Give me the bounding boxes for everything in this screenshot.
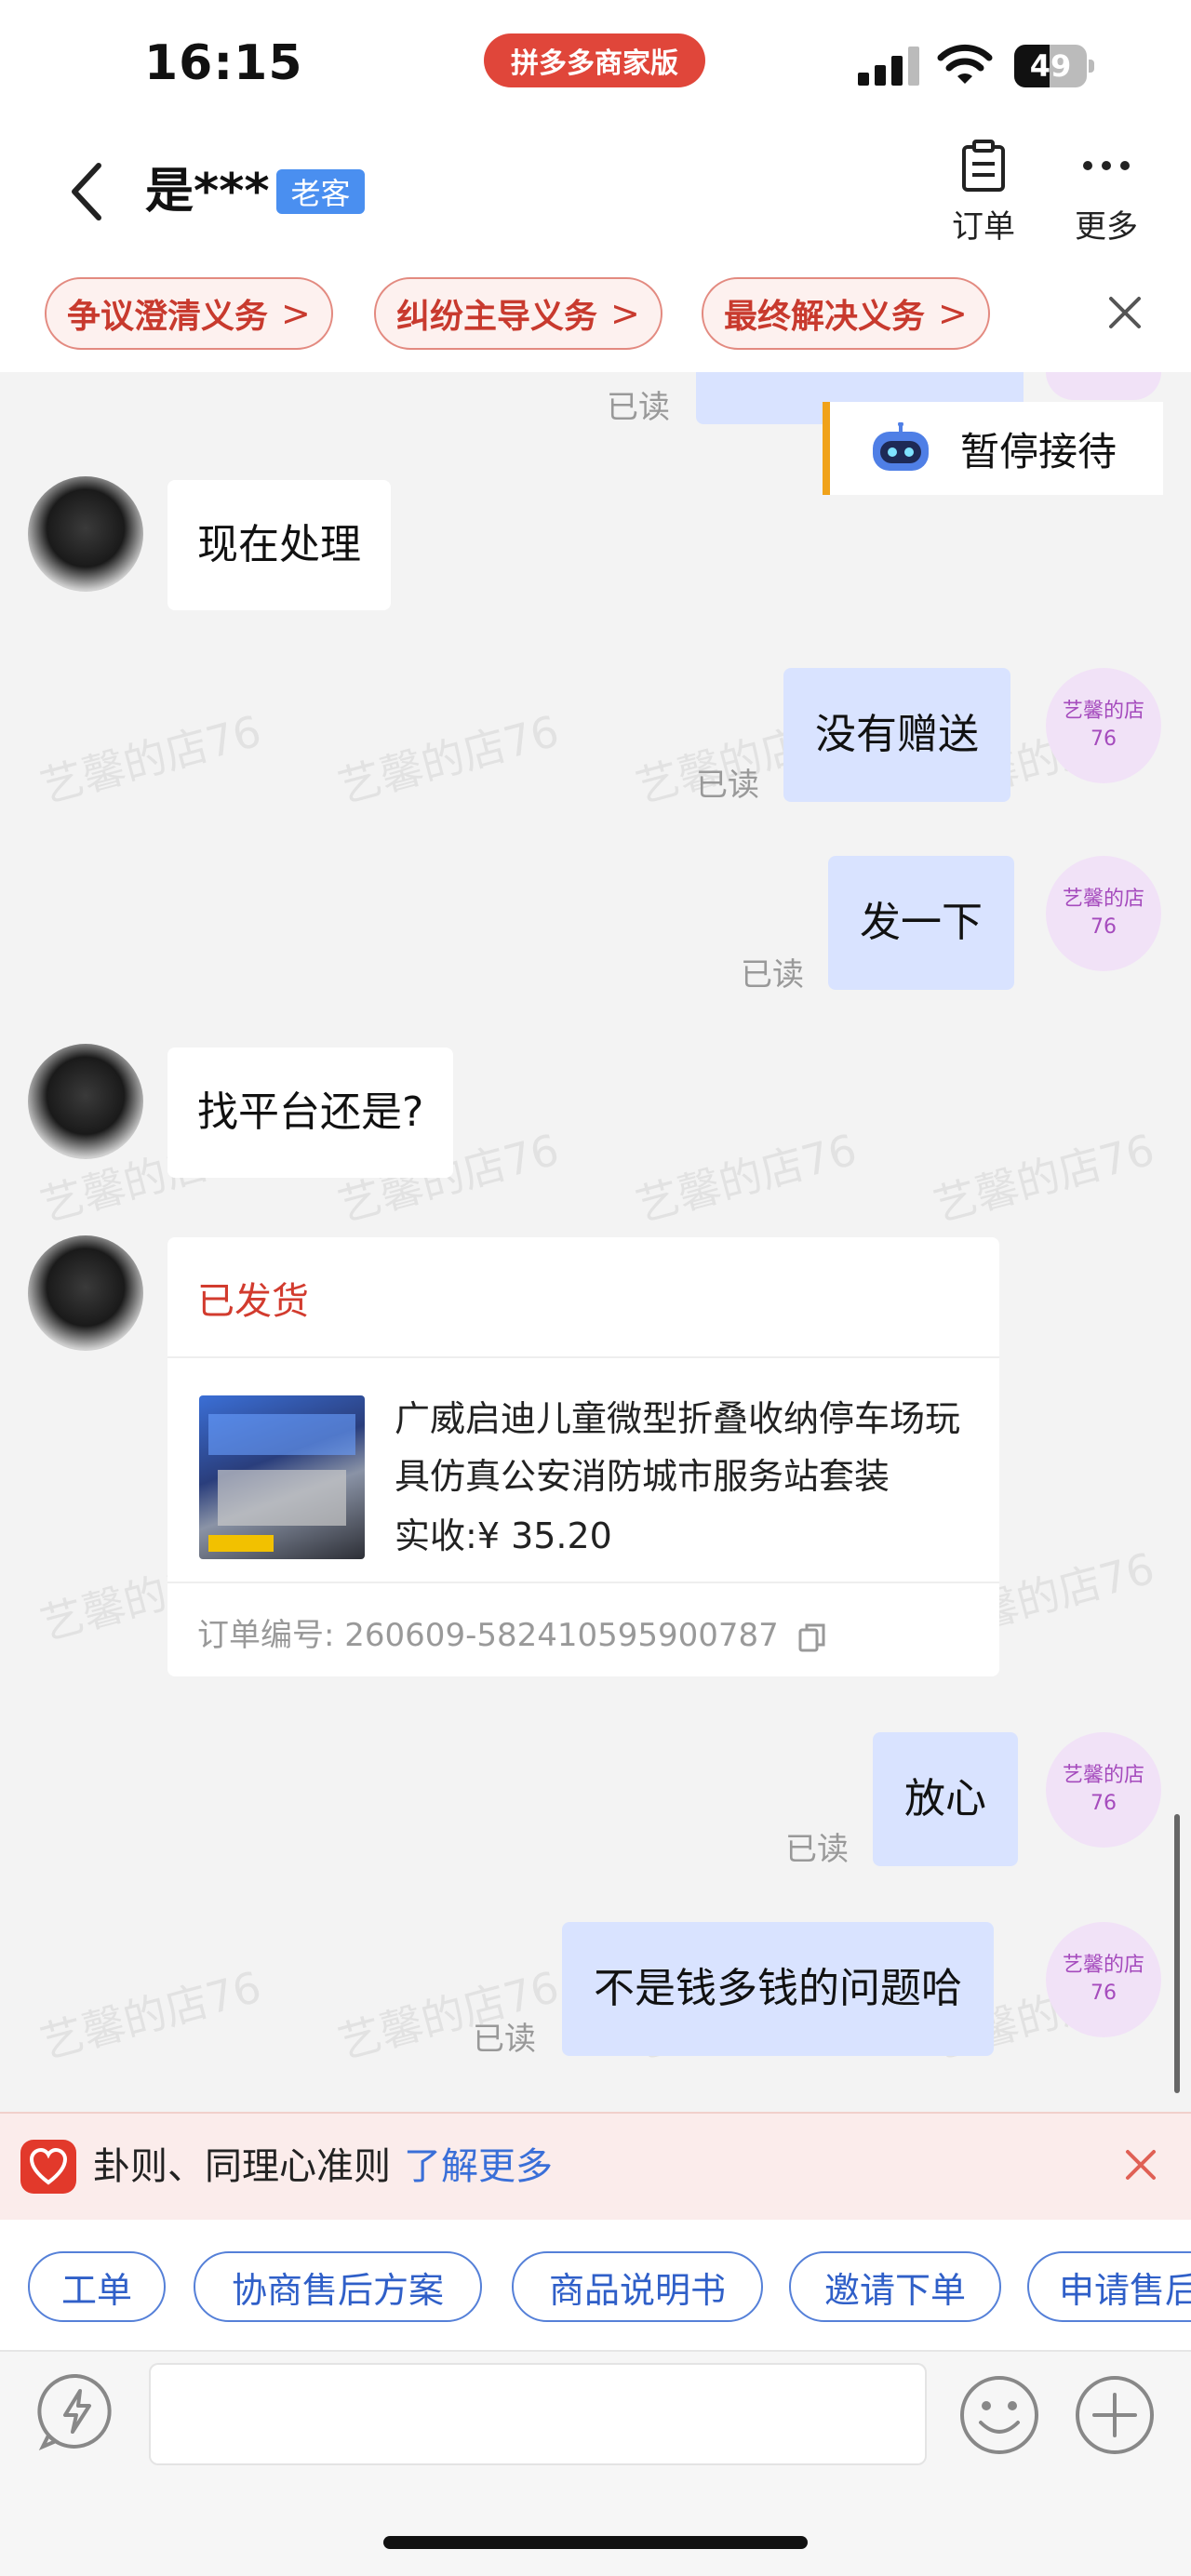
shop-avatar — [1046, 372, 1161, 400]
paid-amount-value: ¥ 35.20 — [476, 1515, 612, 1556]
shop-avatar-number: 76 — [1091, 1792, 1117, 1815]
quick-action-invite-order[interactable]: 邀请下单 — [789, 2251, 1001, 2322]
customer-avatar[interactable] — [28, 1235, 143, 1351]
shop-avatar-number: 76 — [1091, 915, 1117, 939]
quick-reply-icon[interactable] — [35, 2370, 117, 2452]
watermark: 艺馨的店76 — [928, 1124, 1160, 1232]
order-label: 订单 — [952, 208, 1015, 246]
shop-avatar-number: 76 — [1091, 727, 1117, 751]
quick-action-ticket[interactable]: 工单 — [28, 2251, 166, 2322]
shop-avatar-name: 艺馨的店 — [1062, 1764, 1144, 1787]
product-thumbnail[interactable] — [199, 1395, 365, 1559]
shop-avatar-number: 76 — [1091, 1982, 1117, 2005]
learn-more-link[interactable]: 了解更多 — [404, 2145, 553, 2188]
returning-customer-badge: 老客 — [276, 169, 365, 214]
battery-level: 49 — [1029, 48, 1072, 84]
emoji-icon[interactable] — [957, 2372, 1042, 2458]
message-input[interactable] — [149, 2363, 927, 2465]
order-number-value: 260609-582410595900787 — [344, 1617, 779, 1654]
chat-scrollbar[interactable] — [1174, 1814, 1180, 2093]
customer-avatar[interactable] — [28, 1044, 143, 1159]
notice-text: 卦则、同理心准则 了解更多 — [93, 2140, 553, 2194]
obligation-chip-label: 最终解决义务 — [724, 298, 926, 336]
wifi-icon — [937, 44, 993, 84]
more-label: 更多 — [1075, 208, 1138, 246]
order-card[interactable]: 已发货 广威启迪儿童微型折叠收纳停车场玩具仿真公安消防城市服务站套装 实收:¥ … — [167, 1237, 999, 1676]
paid-amount: 实收:¥ 35.20 — [395, 1507, 612, 1558]
obligation-chip-clarify[interactable]: 争议澄清义务 > — [45, 277, 333, 350]
robot-icon — [873, 422, 929, 471]
chevron-right-icon: > — [938, 293, 968, 334]
obligation-chip-label: 争议澄清义务 — [67, 298, 269, 336]
watermark: 艺馨的店76 — [34, 705, 267, 813]
notice-message: 卦则、同理心准则 — [93, 2145, 391, 2188]
quick-action-manual[interactable]: 商品说明书 — [512, 2251, 763, 2322]
read-receipt: 已读 — [785, 1831, 849, 1868]
read-receipt: 已读 — [741, 956, 804, 994]
more-dots-icon — [1083, 161, 1130, 170]
back-arrow-icon[interactable] — [65, 158, 112, 225]
clipboard-icon — [962, 140, 1005, 192]
watermark: 艺馨的店76 — [630, 1124, 863, 1232]
shop-avatar: 艺馨的店 76 — [1046, 856, 1161, 971]
home-indicator[interactable] — [383, 2536, 808, 2549]
order-number-label: 订单编号: — [197, 1617, 335, 1654]
divider — [167, 1582, 999, 1583]
obligation-chip-lead[interactable]: 纠纷主导义务 > — [374, 277, 662, 350]
order-number: 订单编号: 260609-582410595900787 — [197, 1609, 826, 1655]
quick-action-aftersale-plan[interactable]: 协商售后方案 — [194, 2251, 482, 2322]
divider — [167, 1356, 999, 1358]
order-button[interactable]: 订单 — [932, 140, 1035, 251]
message-bubble-shop: 放心 — [873, 1732, 1018, 1866]
paid-amount-label: 实收: — [395, 1515, 477, 1556]
pause-reception-button[interactable]: 暂停接待 — [823, 402, 1163, 495]
read-receipt: 已读 — [696, 767, 759, 804]
obligation-chip-label: 纠纷主导义务 — [396, 298, 598, 336]
status-time: 16:15 — [144, 35, 303, 91]
message-bubble-shop: 不是钱多钱的问题哈 — [562, 1922, 994, 2056]
message-bubble-customer: 现在处理 — [167, 480, 391, 610]
shop-avatar-name: 艺馨的店 — [1062, 1954, 1144, 1977]
signal-icon — [858, 47, 919, 86]
message-bubble-shop: 发一下 — [828, 856, 1014, 990]
chevron-right-icon: > — [610, 293, 640, 334]
message-bubble-shop: 没有赠送 — [783, 668, 1010, 802]
shop-avatar-name: 艺馨的店 — [1062, 700, 1144, 723]
read-receipt: 已读 — [607, 389, 670, 426]
order-status: 已发货 — [197, 1280, 309, 1323]
plus-icon[interactable] — [1072, 2372, 1158, 2458]
customer-name: 是*** — [145, 164, 270, 220]
close-icon[interactable] — [1104, 291, 1146, 334]
shop-avatar: 艺馨的店 76 — [1046, 1732, 1161, 1848]
shop-avatar: 艺馨的店 76 — [1046, 1922, 1161, 2037]
copy-icon[interactable] — [798, 1622, 826, 1652]
watermark: 艺馨的店76 — [34, 1961, 267, 2069]
read-receipt: 已读 — [473, 2021, 536, 2058]
watermark: 艺馨的店76 — [332, 705, 565, 813]
pause-label: 暂停接待 — [960, 428, 1117, 474]
shop-avatar: 艺馨的店 76 — [1046, 668, 1161, 783]
chevron-right-icon: > — [281, 293, 311, 334]
obligation-chip-resolve[interactable]: 最终解决义务 > — [702, 277, 990, 350]
quick-action-apply-aftersale[interactable]: 申请售后 — [1027, 2251, 1191, 2322]
shop-avatar-name: 艺馨的店 — [1062, 888, 1144, 911]
message-bubble-customer: 找平台还是? — [167, 1048, 454, 1178]
battery-icon: 49 — [1014, 45, 1094, 87]
notice-logo-icon — [20, 2140, 76, 2194]
app-name-pill: 拼多多商家版 — [484, 33, 705, 87]
customer-avatar[interactable] — [28, 476, 143, 592]
close-icon[interactable] — [1120, 2144, 1161, 2185]
more-button[interactable]: 更多 — [1055, 140, 1158, 251]
product-name: 广威启迪儿童微型折叠收纳停车场玩具仿真公安消防城市服务站套装 — [395, 1398, 961, 1497]
